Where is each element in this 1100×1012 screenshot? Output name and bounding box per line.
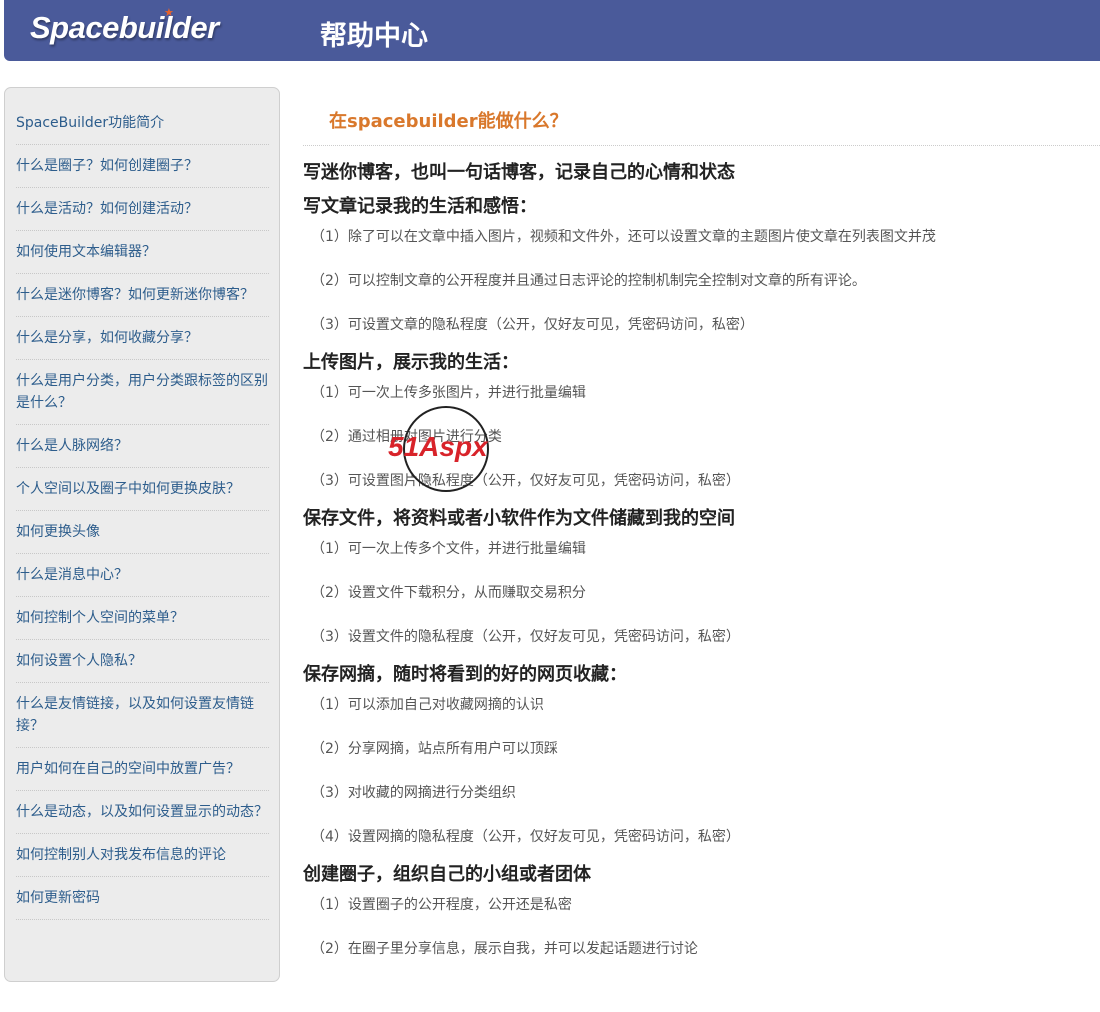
sidebar-item[interactable]: 什么是用户分类，用户分类跟标签的区别是什么？ xyxy=(16,360,269,425)
logo-star-icon: ★ xyxy=(164,6,174,19)
sidebar-item[interactable]: 什么是消息中心？ xyxy=(16,554,269,597)
site-logo[interactable]: Spacebuilder xyxy=(30,10,219,46)
section-item: （3）对收藏的网摘进行分类组织 xyxy=(311,785,516,801)
section-item: （3）可设置文章的隐私程度（公开，仅好友可见，凭密码访问，私密） xyxy=(311,317,754,333)
section-item: （1）可一次上传多张图片，并进行批量编辑 xyxy=(311,385,586,401)
sidebar-item[interactable]: 什么是人脉网络？ xyxy=(16,425,269,468)
sidebar-item[interactable]: 什么是活动？如何创建活动？ xyxy=(16,188,269,231)
section-item: （2）通过相册对图片进行分类 xyxy=(311,429,502,445)
help-content: 在spacebuilder能做什么？ 写迷你博客，也叫一句话博客，记录自己的心情… xyxy=(303,87,1100,1012)
section-item: （1）可一次上传多个文件，并进行批量编辑 xyxy=(311,541,586,557)
section-item: （2）设置文件下载积分，从而赚取交易积分 xyxy=(311,585,586,601)
section-item: （2）分享网摘，站点所有用户可以顶踩 xyxy=(311,741,558,757)
sidebar-item[interactable]: 个人空间以及圈子中如何更换皮肤？ xyxy=(16,468,269,511)
section-title: 保存网摘，随时将看到的好的网页收藏： xyxy=(303,664,627,685)
section-title: 写迷你博客，也叫一句话博客，记录自己的心情和状态 xyxy=(303,162,735,183)
content-heading: 在spacebuilder能做什么？ xyxy=(303,87,1100,146)
sidebar-item[interactable]: 用户如何在自己的空间中放置广告？ xyxy=(16,748,269,791)
site-header: Spacebuilder ★ 帮助中心 xyxy=(4,0,1100,61)
section-item: （3）设置文件的隐私程度（公开，仅好友可见，凭密码访问，私密） xyxy=(311,629,740,645)
sidebar-item[interactable]: 如何更换头像 xyxy=(16,511,269,554)
sidebar-item[interactable]: 什么是动态，以及如何设置显示的动态？ xyxy=(16,791,269,834)
section-title: 写文章记录我的生活和感悟： xyxy=(303,196,537,217)
section-item: （1）可以添加自己对收藏网摘的认识 xyxy=(311,697,544,713)
section-item: （3）可设置图片隐私程度（公开，仅好友可见，凭密码访问，私密） xyxy=(311,473,740,489)
sidebar-item[interactable]: SpaceBuilder功能简介 xyxy=(16,102,269,145)
section-item: （1）除了可以在文章中插入图片，视频和文件外，还可以设置文章的主题图片使文章在列… xyxy=(311,229,936,245)
sidebar-item[interactable]: 什么是分享，如何收藏分享？ xyxy=(16,317,269,360)
help-topic-list: SpaceBuilder功能简介 什么是圈子？如何创建圈子？ 什么是活动？如何创建活… xyxy=(5,88,279,920)
section-item: （2）在圈子里分享信息，展示自我，并可以发起话题进行讨论 xyxy=(311,941,698,957)
sidebar-item[interactable]: 如何设置个人隐私？ xyxy=(16,640,269,683)
sidebar-item[interactable]: 如何控制个人空间的菜单？ xyxy=(16,597,269,640)
sidebar-item[interactable]: 什么是迷你博客？如何更新迷你博客？ xyxy=(16,274,269,317)
sidebar-item[interactable]: 如何使用文本编辑器？ xyxy=(16,231,269,274)
sidebar-item[interactable]: 什么是圈子？如何创建圈子？ xyxy=(16,145,269,188)
sidebar-item[interactable]: 如何控制别人对我发布信息的评论 xyxy=(16,834,269,877)
section-title: 创建圈子，组织自己的小组或者团体 xyxy=(303,864,591,885)
sidebar-item[interactable]: 如何更新密码 xyxy=(16,877,269,920)
section-item: （1）设置圈子的公开程度，公开还是私密 xyxy=(311,897,572,913)
help-sidebar: SpaceBuilder功能简介 什么是圈子？如何创建圈子？ 什么是活动？如何创建活… xyxy=(4,87,280,982)
sidebar-item[interactable]: 什么是友情链接，以及如何设置友情链接？ xyxy=(16,683,269,748)
section-item: （2）可以控制文章的公开程度并且通过日志评论的控制机制完全控制对文章的所有评论。 xyxy=(311,273,866,289)
help-center-page: Spacebuilder ★ 帮助中心 SpaceBuilder功能简介 什么是圈… xyxy=(0,0,1100,1012)
content-sections: 写迷你博客，也叫一句话博客，记录自己的心情和状态 写文章记录我的生活和感悟： （1）… xyxy=(303,160,1100,960)
section-title: 保存文件，将资料或者小软件作为文件储藏到我的空间 xyxy=(303,508,735,529)
section-title: 上传图片，展示我的生活： xyxy=(303,352,519,373)
page-title: 帮助中心 xyxy=(320,21,428,52)
section-item: （4）设置网摘的隐私程度（公开，仅好友可见，凭密码访问，私密） xyxy=(311,829,740,845)
